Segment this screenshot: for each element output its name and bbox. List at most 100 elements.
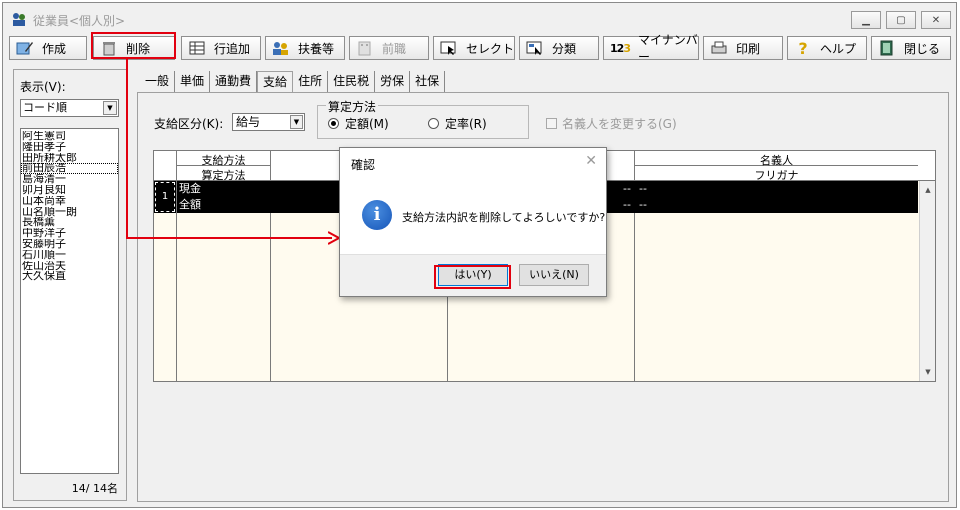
minimize-icon: ▁ bbox=[862, 14, 870, 26]
people-icon bbox=[273, 42, 288, 55]
calc-method-title: 算定方法 bbox=[326, 98, 379, 115]
close-label: 閉じる bbox=[904, 41, 941, 56]
dependents-button[interactable]: 扶養等 bbox=[265, 36, 345, 60]
minimize-button[interactable]: ▁ bbox=[851, 11, 881, 29]
close-icon: ✕ bbox=[931, 14, 941, 26]
print-button[interactable]: 印刷 bbox=[703, 36, 783, 60]
help-button[interactable]: ? ヘルプ bbox=[787, 36, 867, 60]
radio-fixed-label: 定額(M) bbox=[345, 117, 389, 131]
pay-type-value: 給与 bbox=[236, 115, 261, 129]
scroll-down-icon[interactable]: ▼ bbox=[921, 365, 935, 379]
help-icon: ? bbox=[798, 38, 808, 58]
employee-list-item[interactable]: 山名順一朗 bbox=[21, 207, 118, 218]
close-button[interactable]: 閉じる bbox=[871, 36, 951, 60]
annotation-arrow-horizontal bbox=[126, 237, 332, 239]
employee-list-item[interactable]: 田所耕太郎 bbox=[21, 153, 118, 164]
printer-icon bbox=[711, 41, 727, 54]
employee-list-item[interactable]: 卯月良知 bbox=[21, 185, 118, 196]
classify-label: 分類 bbox=[552, 41, 577, 56]
tab-strip: 一般 単価 通勤費 支給 住所 住民税 労保 社保 bbox=[140, 71, 446, 93]
radio-fixed-amount[interactable]: 定額(M) bbox=[328, 115, 389, 132]
info-icon: i bbox=[362, 200, 392, 230]
previous-job-button[interactable]: 前職 bbox=[349, 36, 429, 60]
no-button[interactable]: いいえ(N) bbox=[519, 264, 589, 286]
table-icon bbox=[189, 41, 205, 55]
chevron-down-icon: ▼ bbox=[290, 115, 303, 129]
row-number-cell[interactable]: 1 bbox=[154, 181, 176, 213]
row1-dash2-cell: -- bbox=[639, 182, 647, 195]
tab-4[interactable]: 住所 bbox=[293, 71, 329, 92]
sort-order-select[interactable]: コード順 ▼ bbox=[20, 99, 119, 117]
tab-6[interactable]: 労保 bbox=[375, 71, 411, 92]
employee-list-item[interactable]: 大久保直 bbox=[21, 271, 118, 282]
dialog-message: 支給方法内訳を削除してよろしいですか? bbox=[402, 211, 606, 224]
yes-highlight-box bbox=[434, 265, 511, 289]
dialog-close-icon[interactable]: ✕ bbox=[585, 153, 597, 169]
dependents-label: 扶養等 bbox=[298, 41, 335, 56]
row2-dash2-cell: -- bbox=[639, 198, 647, 211]
employee-list-panel: 表示(V): コード順 ▼ 阿生憲司 隆田孝子 田所耕太郎 前田辰浩 島海清一 卯月良知山… bbox=[13, 69, 127, 501]
employee-list-item[interactable]: 安藤明子 bbox=[21, 239, 118, 250]
create-button[interactable]: 作成 bbox=[9, 36, 87, 60]
select-icon bbox=[440, 41, 456, 55]
tab-7[interactable]: 社保 bbox=[410, 71, 446, 92]
employee-list-item[interactable]: 石川順一 bbox=[21, 250, 118, 261]
close-window-button[interactable]: ✕ bbox=[921, 11, 951, 29]
change-holder-checkbox[interactable]: 名義人を変更する(G) bbox=[546, 115, 677, 132]
pay-type-select[interactable]: 給与 ▼ bbox=[232, 113, 305, 131]
radio-fixed-rate[interactable]: 定率(R) bbox=[428, 115, 487, 132]
calc-method-group: 算定方法 定額(M) 定率(R) bbox=[317, 98, 529, 139]
window-title: 従業員<個人別> bbox=[33, 14, 126, 28]
app-icon bbox=[13, 13, 25, 26]
print-label: 印刷 bbox=[736, 41, 761, 56]
create-icon bbox=[16, 42, 33, 55]
add-row-label: 行追加 bbox=[214, 41, 251, 56]
tab-2[interactable]: 通勤費 bbox=[210, 71, 258, 92]
employee-count: 14/ 14名 bbox=[71, 482, 118, 495]
employee-list-item[interactable]: 長橋薫 bbox=[21, 217, 118, 228]
building-icon bbox=[358, 41, 371, 56]
my-number-button[interactable]: 123 マイナンバー bbox=[603, 33, 699, 64]
tab-3[interactable]: 支給 bbox=[257, 71, 294, 93]
my-number-label: マイナンバー bbox=[637, 33, 698, 64]
select-label: セレクト bbox=[466, 41, 515, 56]
select-button[interactable]: セレクト bbox=[433, 36, 515, 60]
row1-dash-cell: -- bbox=[623, 182, 631, 195]
header-pay-method: 支給方法 bbox=[201, 154, 246, 167]
employee-list-item[interactable]: 佐山治夫 bbox=[21, 261, 118, 272]
employee-list-item[interactable]: 中野洋子 bbox=[21, 228, 118, 239]
add-row-button[interactable]: 行追加 bbox=[181, 36, 261, 60]
classify-icon bbox=[526, 41, 542, 55]
maximize-button[interactable]: ▢ bbox=[886, 11, 916, 29]
tab-5[interactable]: 住民税 bbox=[328, 71, 376, 92]
classify-button[interactable]: 分類 bbox=[519, 36, 599, 60]
grid-scrollbar[interactable]: ▲ ▼ bbox=[919, 181, 935, 381]
display-label: 表示(V): bbox=[20, 80, 66, 94]
employee-list-item[interactable]: 山本尚幸 bbox=[21, 196, 118, 207]
sort-order-value: コード順 bbox=[23, 101, 67, 114]
employee-list-item[interactable]: 島海清一 bbox=[21, 174, 118, 185]
employee-list-item[interactable]: 前田辰浩 bbox=[21, 163, 118, 175]
dialog-title: 確認 bbox=[351, 158, 376, 172]
header-account-holder: 名義人 bbox=[760, 154, 793, 167]
maximize-icon: ▢ bbox=[896, 14, 906, 26]
employee-list-item[interactable]: 阿生憲司 bbox=[21, 131, 118, 142]
previous-job-label: 前職 bbox=[382, 41, 407, 56]
my-number-icon: 123 bbox=[610, 41, 631, 55]
radio-rate-label: 定率(R) bbox=[445, 117, 487, 131]
help-label: ヘルプ bbox=[820, 41, 857, 56]
scroll-up-icon[interactable]: ▲ bbox=[921, 183, 935, 197]
row2-dash-cell: -- bbox=[623, 198, 631, 211]
row1-method-cell: 現金 bbox=[179, 182, 201, 195]
tab-1[interactable]: 単価 bbox=[175, 71, 211, 92]
radio-unselected-icon bbox=[428, 118, 439, 129]
create-label: 作成 bbox=[42, 41, 67, 56]
pay-type-label: 支給区分(K): bbox=[154, 117, 224, 131]
tab-0[interactable]: 一般 bbox=[140, 71, 176, 92]
employee-list-item[interactable]: 隆田孝子 bbox=[21, 142, 118, 153]
chevron-down-icon: ▼ bbox=[103, 101, 117, 115]
exit-door-icon bbox=[880, 40, 893, 56]
checkbox-icon bbox=[546, 118, 557, 129]
radio-selected-icon bbox=[328, 118, 339, 129]
delete-highlight-box bbox=[91, 32, 176, 59]
